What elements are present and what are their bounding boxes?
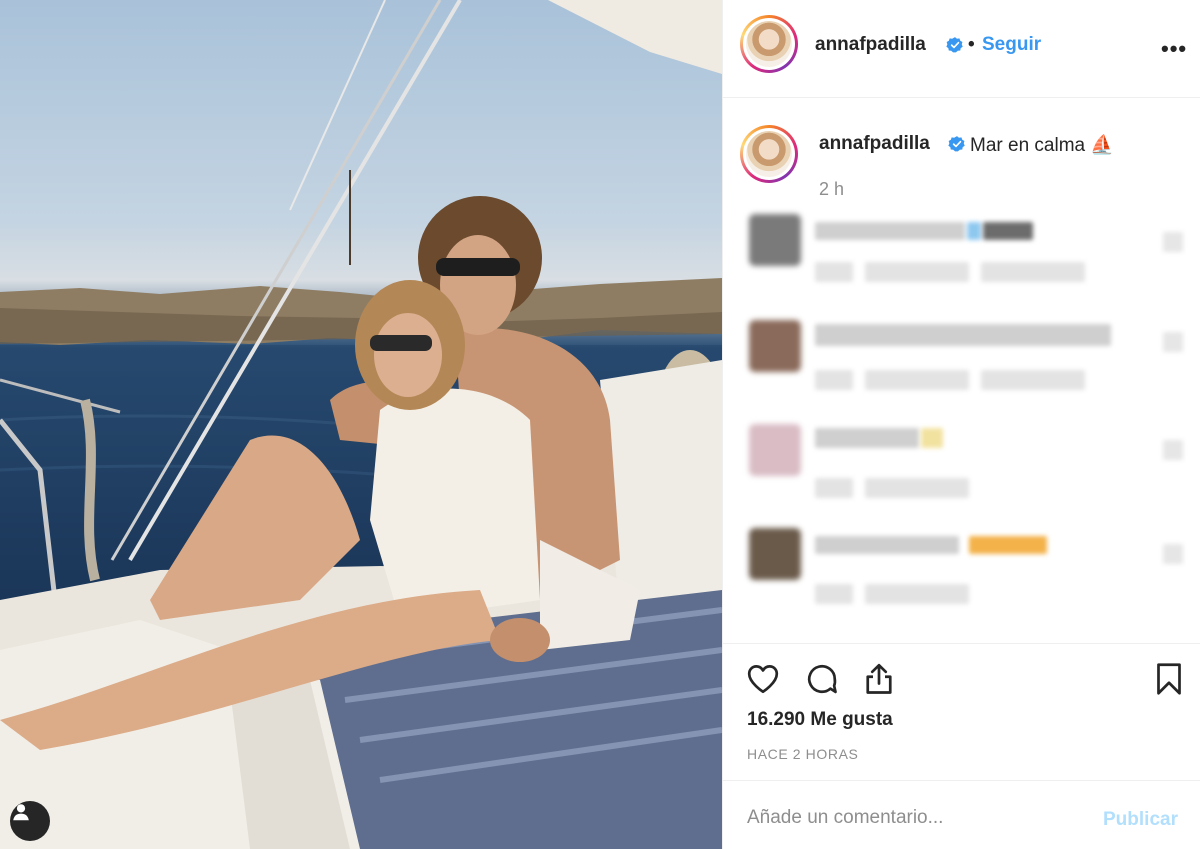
verified-badge-icon xyxy=(948,136,965,152)
comment-item xyxy=(723,526,1200,616)
post-age: HACE 2 HORAS xyxy=(747,746,859,762)
heart-icon[interactable] xyxy=(745,661,781,697)
user-tag-icon xyxy=(13,804,29,821)
comment-item xyxy=(723,212,1200,302)
comment-item xyxy=(723,318,1200,408)
user-tag-button[interactable] xyxy=(10,801,50,841)
more-options-icon[interactable]: ••• xyxy=(1161,36,1187,62)
post-time: 2 h xyxy=(819,179,845,199)
bookmark-icon[interactable] xyxy=(1151,661,1187,697)
post-panel: annafpadilla • Seguir ••• annafpadilla M… xyxy=(722,0,1200,849)
comment-avatar xyxy=(749,214,801,266)
comment-input[interactable] xyxy=(747,805,1087,831)
caption-text: Mar en calma ⛵ xyxy=(970,135,1115,156)
author-avatar[interactable] xyxy=(740,15,798,73)
author-username[interactable]: annafpadilla xyxy=(815,34,926,56)
caption-username[interactable]: annafpadilla xyxy=(819,133,930,155)
publish-button[interactable]: Publicar xyxy=(1103,809,1178,831)
caption-avatar[interactable] xyxy=(740,125,798,183)
comment-avatar xyxy=(749,528,801,580)
share-icon[interactable] xyxy=(861,661,897,697)
follow-button[interactable]: Seguir xyxy=(982,34,1041,56)
comment-form: Publicar xyxy=(723,780,1200,849)
comment-avatar xyxy=(749,320,801,372)
photo-scene xyxy=(0,0,722,849)
comment-icon[interactable] xyxy=(804,661,840,697)
verified-badge-icon xyxy=(946,37,963,53)
comment-avatar xyxy=(749,424,801,476)
post-photo[interactable] xyxy=(0,0,722,849)
header-separator: • xyxy=(968,34,975,55)
likes-count[interactable]: 16.290 Me gusta xyxy=(747,709,893,731)
post-header: annafpadilla • Seguir ••• xyxy=(723,0,1200,98)
comment-item xyxy=(723,422,1200,512)
